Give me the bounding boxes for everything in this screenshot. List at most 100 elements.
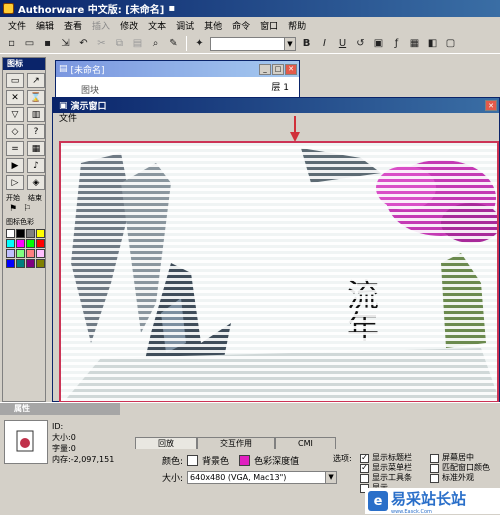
end-flag-icon[interactable]: ⚐ bbox=[23, 204, 31, 214]
text-style-icon[interactable]: ✎ bbox=[166, 36, 181, 51]
icon-color-swatch[interactable] bbox=[26, 259, 35, 268]
option-checkbox[interactable]: ✓ bbox=[360, 463, 369, 473]
option-checkbox[interactable] bbox=[430, 463, 439, 473]
display-icon[interactable]: ▭ bbox=[6, 73, 24, 88]
design-window-titlebar: ▤ [未命名] _ □ ✕ bbox=[56, 61, 299, 77]
bg-color-swatch[interactable] bbox=[187, 455, 199, 466]
end-flag-label: 结束 bbox=[28, 194, 42, 202]
option-label: 显示工具条 bbox=[372, 473, 412, 482]
presentation-close-button[interactable]: ✕ bbox=[485, 100, 497, 111]
restart-icon[interactable]: ↺ bbox=[353, 36, 368, 51]
help-icon[interactable]: ▢ bbox=[443, 36, 458, 51]
option-checkbox[interactable]: ✓ bbox=[360, 453, 369, 463]
bg-color-label: 背景色 bbox=[202, 457, 230, 467]
copy-icon[interactable]: ⧉ bbox=[112, 36, 127, 51]
option-checkbox[interactable] bbox=[360, 473, 369, 483]
open-folder-icon[interactable]: ▭ bbox=[22, 36, 37, 51]
option-checkbox[interactable] bbox=[430, 453, 439, 463]
presentation-canvas[interactable]: 流年 bbox=[59, 141, 499, 403]
sound-icon[interactable]: ♪ bbox=[27, 158, 45, 173]
erase-icon[interactable]: ✕ bbox=[6, 90, 24, 105]
style-icon[interactable]: ✦ bbox=[192, 36, 207, 51]
presentation-icon: ▣ bbox=[59, 100, 68, 111]
tab-cmi[interactable]: CMI bbox=[275, 437, 336, 449]
size-select[interactable]: 640x480 (VGA, Mac13") ▼ bbox=[187, 471, 338, 484]
options-label: 选项: bbox=[333, 454, 352, 463]
icon-color-swatch[interactable] bbox=[6, 259, 15, 268]
movie-icon[interactable]: ▶ bbox=[6, 158, 24, 173]
presentation-menu-file[interactable]: 文件 bbox=[53, 113, 499, 126]
new-file-icon[interactable]: ▫ bbox=[4, 36, 19, 51]
icon-color-swatch[interactable] bbox=[26, 239, 35, 248]
menu-window[interactable]: 窗口 bbox=[255, 19, 283, 32]
toolbar: ▫ ▭ ▪ ⇲ ↶ ✂ ⧉ ▤ ⌕ ✎ ✦ ▼ B I U ↺ ▣ ƒ ▦ ◧ … bbox=[0, 34, 500, 54]
titlebar-close-glyph[interactable]: ▪ bbox=[168, 3, 175, 14]
wait-icon[interactable]: ⌛ bbox=[27, 90, 45, 105]
tab-playback[interactable]: 回放 bbox=[135, 437, 197, 449]
flow-item[interactable]: 图块 bbox=[81, 83, 99, 96]
navigate-icon[interactable]: ▽ bbox=[6, 107, 24, 122]
knowledge-object-icon[interactable]: ◈ bbox=[27, 175, 45, 190]
underline-button[interactable]: U bbox=[335, 36, 350, 51]
italic-button[interactable]: I bbox=[317, 36, 332, 51]
decision-icon[interactable]: ◇ bbox=[6, 124, 24, 139]
app-icon bbox=[3, 3, 14, 14]
icon-color-swatch[interactable] bbox=[26, 249, 35, 258]
menu-view[interactable]: 查看 bbox=[59, 19, 87, 32]
chevron-down-icon[interactable]: ▼ bbox=[325, 472, 337, 483]
option-checkbox[interactable] bbox=[430, 473, 439, 483]
functions-icon[interactable]: ƒ bbox=[389, 36, 404, 51]
close-button[interactable]: ✕ bbox=[285, 63, 297, 75]
variables-icon[interactable]: ▦ bbox=[407, 36, 422, 51]
knowledge-objects-icon[interactable]: ◧ bbox=[425, 36, 440, 51]
tab-interaction[interactable]: 交互作用 bbox=[197, 437, 275, 449]
chroma-swatch[interactable] bbox=[239, 455, 251, 466]
menu-file[interactable]: 文件 bbox=[3, 19, 31, 32]
menu-command[interactable]: 命令 bbox=[227, 19, 255, 32]
icon-color-swatch[interactable] bbox=[36, 229, 45, 238]
menu-help[interactable]: 帮助 bbox=[283, 19, 311, 32]
text-style-select[interactable]: ▼ bbox=[210, 36, 296, 51]
cut-icon[interactable]: ✂ bbox=[94, 36, 109, 51]
start-flag-label: 开始 bbox=[6, 194, 20, 202]
icon-color-grid bbox=[3, 227, 45, 270]
icon-color-swatch[interactable] bbox=[36, 259, 45, 268]
menu-edit[interactable]: 编辑 bbox=[31, 19, 59, 32]
menu-insert[interactable]: 插入 bbox=[87, 19, 115, 32]
menu-text[interactable]: 文本 bbox=[143, 19, 171, 32]
presentation-window-title: 演示窗口 bbox=[70, 102, 107, 112]
paste-icon[interactable]: ▤ bbox=[130, 36, 145, 51]
icon-color-swatch[interactable] bbox=[36, 249, 45, 258]
undo-icon[interactable]: ↶ bbox=[76, 36, 91, 51]
bold-button[interactable]: B bbox=[299, 36, 314, 51]
menu-other[interactable]: 其他 bbox=[199, 19, 227, 32]
start-flag-icon[interactable]: ⚑ bbox=[9, 204, 17, 214]
video-icon[interactable]: ▷ bbox=[6, 175, 24, 190]
calculation-icon[interactable]: = bbox=[6, 141, 24, 156]
icon-color-swatch[interactable] bbox=[26, 229, 35, 238]
chevron-down-icon[interactable]: ▼ bbox=[284, 37, 295, 50]
find-icon[interactable]: ⌕ bbox=[148, 36, 163, 51]
minimize-button[interactable]: _ bbox=[259, 63, 271, 75]
icon-color-swatch[interactable] bbox=[16, 259, 25, 268]
icon-color-swatch[interactable] bbox=[16, 249, 25, 258]
icon-color-swatch[interactable] bbox=[6, 229, 15, 238]
menu-modify[interactable]: 修改 bbox=[115, 19, 143, 32]
interaction-icon[interactable]: ? bbox=[27, 124, 45, 139]
framework-icon[interactable]: ▥ bbox=[27, 107, 45, 122]
icon-color-swatch[interactable] bbox=[6, 249, 15, 258]
control-panel-icon[interactable]: ▣ bbox=[371, 36, 386, 51]
icon-color-swatch[interactable] bbox=[16, 239, 25, 248]
map-icon[interactable]: ▦ bbox=[27, 141, 45, 156]
icon-color-label: 图标色彩 bbox=[6, 218, 34, 226]
menu-debug[interactable]: 调试 bbox=[171, 19, 199, 32]
icon-color-swatch[interactable] bbox=[36, 239, 45, 248]
app-title: Authorware 中文版: [未命名] bbox=[18, 5, 165, 16]
icon-color-swatch[interactable] bbox=[16, 229, 25, 238]
import-icon[interactable]: ⇲ bbox=[58, 36, 73, 51]
maximize-button[interactable]: □ bbox=[272, 63, 284, 75]
save-icon[interactable]: ▪ bbox=[40, 36, 55, 51]
scan-stripes bbox=[61, 143, 497, 401]
motion-icon[interactable]: ↗ bbox=[27, 73, 45, 88]
icon-color-swatch[interactable] bbox=[6, 239, 15, 248]
